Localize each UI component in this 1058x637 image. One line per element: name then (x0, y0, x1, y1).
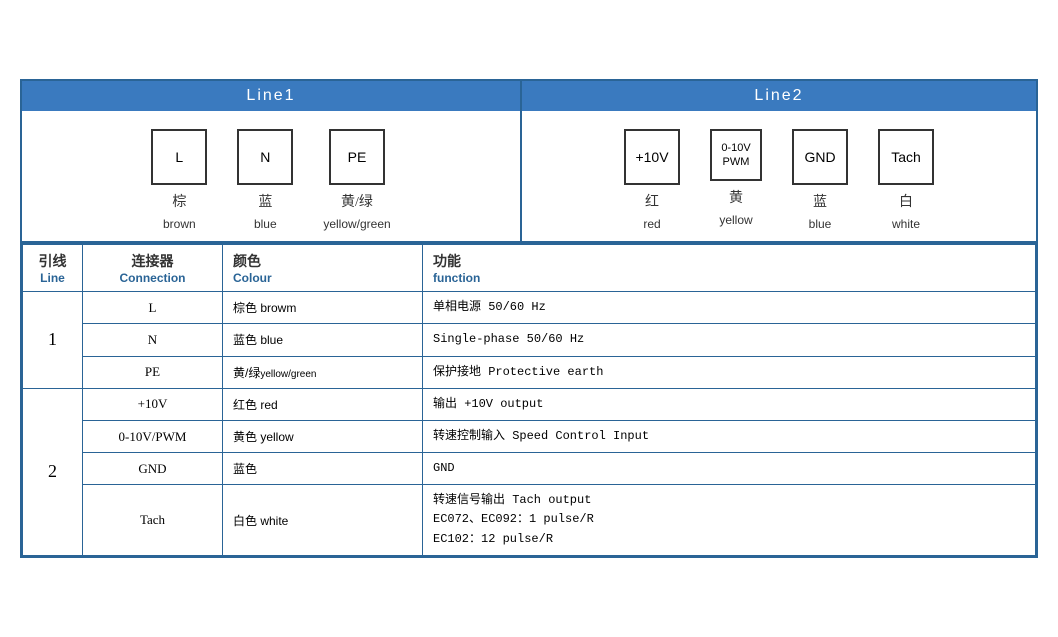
connector-en-Tach: white (892, 217, 920, 231)
header-color-cn: 颜色 (233, 251, 412, 271)
connector-box-GND: GND (792, 129, 848, 185)
diagram-section: Line1 L 棕 brown N 蓝 blue PE 黄/绿 (22, 81, 1036, 243)
func-PWM: 转速控制输入 Speed Control Input (423, 420, 1036, 452)
connector-PE: PE 黄/绿 yellow/green (323, 129, 390, 231)
line1-header: Line1 (22, 81, 520, 111)
func-10V: 输出 +10V output (423, 388, 1036, 420)
line2-number: 2 (23, 388, 83, 555)
header-func: 功能 function (423, 244, 1036, 292)
line2-connectors: +10V 红 red 0-10VPWM 黄 yellow GND 蓝 blue (522, 111, 1036, 241)
header-conn-cn: 连接器 (93, 251, 212, 271)
connector-cn-L: 棕 (172, 191, 186, 211)
header-func-cn: 功能 (433, 251, 1025, 271)
table-row: N 蓝色 blue Single-phase 50/60 Hz (23, 324, 1036, 356)
conn-10V: +10V (83, 388, 223, 420)
header-color: 颜色 Colour (223, 244, 423, 292)
table-section: 引线 Line 连接器 Connection 颜色 Colour 功能 func… (22, 243, 1036, 556)
connector-L: L 棕 brown (151, 129, 207, 231)
conn-Tach: Tach (83, 485, 223, 556)
header-color-en: Colour (233, 271, 412, 285)
connector-en-N: blue (254, 217, 277, 231)
connector-box-PWM: 0-10VPWM (710, 129, 762, 181)
table-body: 1 L 棕色 browm 单相电源 50/60 Hz N 蓝色 blue Sin… (23, 292, 1036, 556)
connector-en-PE: yellow/green (323, 217, 390, 231)
connector-cn-Tach: 白 (899, 191, 913, 211)
connector-10V: +10V 红 red (624, 129, 680, 231)
connector-en-10V: red (643, 217, 660, 231)
header-conn-en: Connection (93, 271, 212, 285)
connector-PWM: 0-10VPWM 黄 yellow (710, 129, 762, 227)
table-row: 1 L 棕色 browm 单相电源 50/60 Hz (23, 292, 1036, 324)
color-PE: 黄/绿yellow/green (223, 356, 423, 388)
header-conn: 连接器 Connection (83, 244, 223, 292)
main-container: Line1 L 棕 brown N 蓝 blue PE 黄/绿 (20, 79, 1038, 558)
table-row: 0-10V/PWM 黄色 yellow 转速控制输入 Speed Control… (23, 420, 1036, 452)
connector-cn-N: 蓝 (258, 191, 272, 211)
connector-Tach: Tach 白 white (878, 129, 934, 231)
table-row: GND 蓝色 GND (23, 453, 1036, 485)
func-GND2: GND (423, 453, 1036, 485)
conn-GND2: GND (83, 453, 223, 485)
conn-PE: PE (83, 356, 223, 388)
table-row: 2 +10V 红色 red 输出 +10V output (23, 388, 1036, 420)
connector-en-GND: blue (809, 217, 832, 231)
connector-cn-PE: 黄/绿 (341, 191, 373, 211)
header-func-en: function (433, 271, 1025, 285)
color-GND2: 蓝色 (223, 453, 423, 485)
func-PE: 保护接地 Protective earth (423, 356, 1036, 388)
connector-cn-GND: 蓝 (813, 191, 827, 211)
line1-connectors: L 棕 brown N 蓝 blue PE 黄/绿 yellow/green (22, 111, 520, 241)
table-row: Tach 白色 white 转速信号输出 Tach outputEC072、EC… (23, 485, 1036, 556)
connector-cn-PWM: 黄 (729, 187, 743, 207)
connector-cn-10V: 红 (645, 191, 659, 211)
connector-N: N 蓝 blue (237, 129, 293, 231)
func-Tach: 转速信号输出 Tach outputEC072、EC092：1 pulse/RE… (423, 485, 1036, 556)
table-row: PE 黄/绿yellow/green 保护接地 Protective earth (23, 356, 1036, 388)
color-N: 蓝色 blue (223, 324, 423, 356)
color-10V: 红色 red (223, 388, 423, 420)
line1-diagram: Line1 L 棕 brown N 蓝 blue PE 黄/绿 (22, 81, 522, 241)
header-line-en: Line (33, 271, 72, 285)
connector-GND: GND 蓝 blue (792, 129, 848, 231)
connector-en-PWM: yellow (719, 213, 752, 227)
connector-box-10V: +10V (624, 129, 680, 185)
conn-PWM: 0-10V/PWM (83, 420, 223, 452)
table-header-row: 引线 Line 连接器 Connection 颜色 Colour 功能 func… (23, 244, 1036, 292)
connector-box-PE: PE (329, 129, 385, 185)
connector-en-L: brown (163, 217, 196, 231)
line1-number: 1 (23, 292, 83, 389)
line2-header: Line2 (522, 81, 1036, 111)
connector-box-Tach: Tach (878, 129, 934, 185)
header-line-cn: 引线 (33, 251, 72, 271)
conn-N: N (83, 324, 223, 356)
line2-diagram: Line2 +10V 红 red 0-10VPWM 黄 yellow GND 蓝 (522, 81, 1036, 241)
color-L: 棕色 browm (223, 292, 423, 324)
color-PWM: 黄色 yellow (223, 420, 423, 452)
wiring-table: 引线 Line 连接器 Connection 颜色 Colour 功能 func… (22, 243, 1036, 556)
conn-L: L (83, 292, 223, 324)
connector-box-L: L (151, 129, 207, 185)
connector-box-N: N (237, 129, 293, 185)
func-L: 单相电源 50/60 Hz (423, 292, 1036, 324)
header-line: 引线 Line (23, 244, 83, 292)
func-N: Single-phase 50/60 Hz (423, 324, 1036, 356)
color-Tach: 白色 white (223, 485, 423, 556)
